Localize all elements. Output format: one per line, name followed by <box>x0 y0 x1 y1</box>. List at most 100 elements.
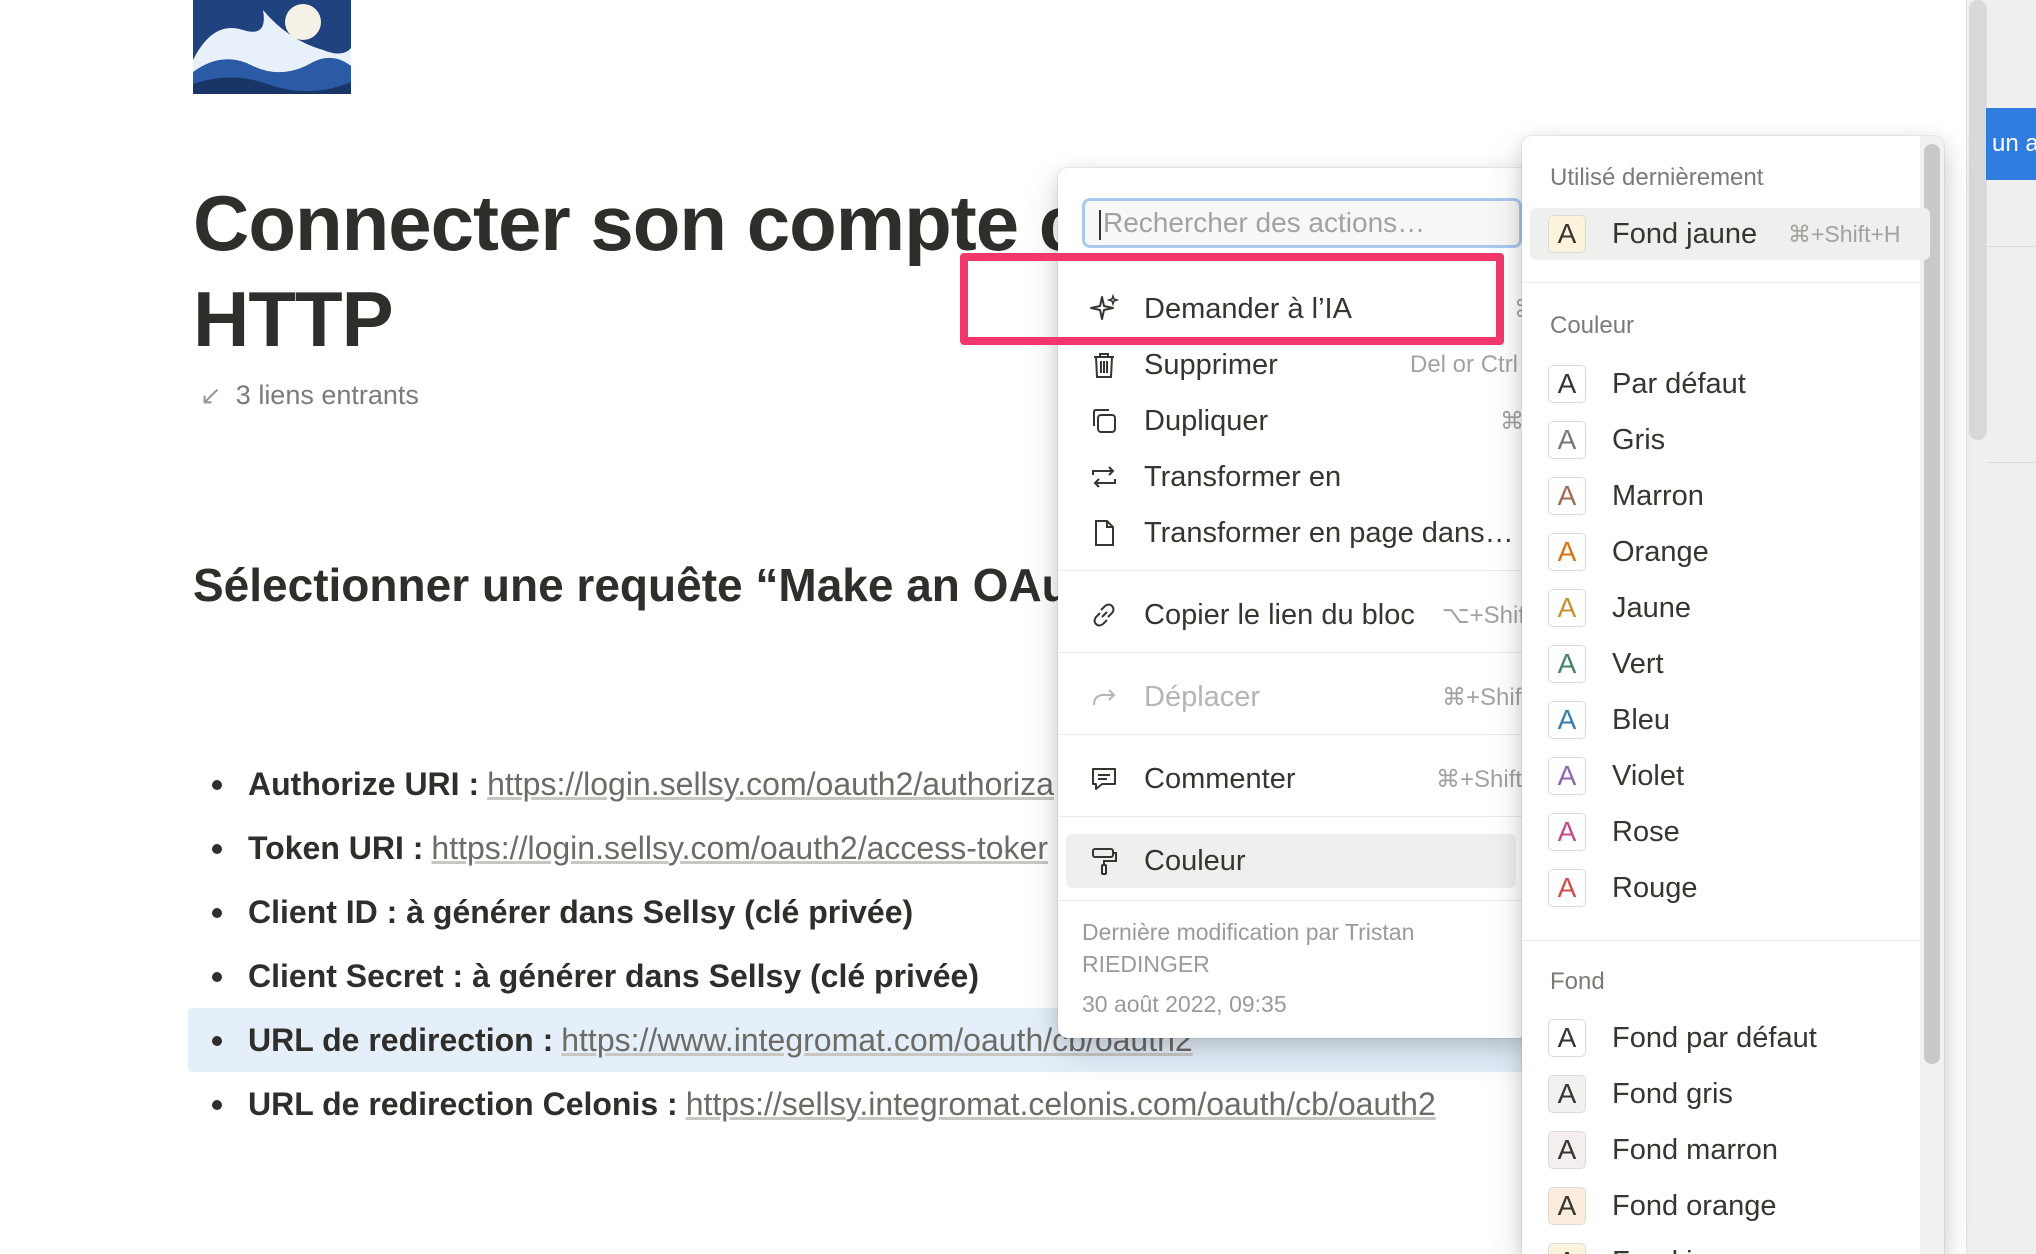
last-edited-info: Dernière modification par Tristan RIEDIN… <box>1082 916 1502 1020</box>
color-option-label: Fond jaune <box>1612 217 1758 250</box>
list-item[interactable]: URL de redirection Celonis : https://sel… <box>188 1072 1588 1136</box>
actions-search-input[interactable]: Rechercher des actions… <box>1082 198 1522 248</box>
search-placeholder: Rechercher des actions… <box>1103 207 1426 238</box>
color-option-text[interactable]: A Par défaut <box>1530 358 1930 410</box>
color-swatch: A <box>1548 1187 1586 1225</box>
section-heading[interactable]: Sélectionner une requête “Make an OAut <box>193 558 1085 612</box>
color-option-text[interactable]: A Rose <box>1530 806 1930 858</box>
color-option-label: Fond marron <box>1612 1133 1779 1166</box>
menu-item-shortcut: ⌥+Shift <box>1442 601 1528 629</box>
menu-item-duplicate[interactable]: Dupliquer ⌘ <box>1066 394 1528 448</box>
color-swatch: A <box>1548 421 1586 459</box>
color-option-text[interactable]: A Marron <box>1530 470 1930 522</box>
color-option-label: Vert <box>1612 647 1664 680</box>
bullet-dot <box>212 844 222 854</box>
color-option-label: Fond par défaut <box>1612 1021 1817 1054</box>
bullet-link[interactable]: https://login.sellsy.com/oauth2/access-t… <box>431 830 1048 867</box>
bullet-label: URL de redirection : <box>248 1021 554 1058</box>
color-option-background[interactable]: A Fond gris <box>1530 1068 1930 1120</box>
menu-item-label: Transformer en page dans… <box>1144 516 1514 549</box>
color-option-label: Rose <box>1612 815 1680 848</box>
move-arrow-icon <box>1084 677 1124 717</box>
color-option-recent[interactable]: A Fond jaune ⌘+Shift+H <box>1530 208 1930 260</box>
bullet-dot <box>212 972 222 982</box>
menu-item-comment[interactable]: Commenter ⌘+Shift <box>1066 752 1528 806</box>
menu-divider <box>1058 652 1528 653</box>
menu-item-delete[interactable]: Supprimer Del or Ctrl <box>1066 338 1528 392</box>
section-title-color: Couleur <box>1550 312 1635 339</box>
color-option-background[interactable]: A Fond marron <box>1530 1124 1930 1176</box>
page-icon <box>1084 513 1124 553</box>
color-option-label: Violet <box>1612 759 1685 792</box>
menu-divider <box>1058 570 1528 571</box>
trash-icon <box>1084 345 1124 385</box>
menu-item-shortcut: ⌘ <box>1500 407 1524 435</box>
color-option-background[interactable]: A Fond par défaut <box>1530 1012 1930 1064</box>
color-option-text[interactable]: A Orange <box>1530 526 1930 578</box>
color-option-background[interactable]: A Fond ja <box>1530 1236 1930 1254</box>
bullet-link[interactable]: https://login.sellsy.com/oauth2/authoriz… <box>487 766 1054 803</box>
bullet-link[interactable]: https://sellsy.integromat.celonis.com/oa… <box>686 1086 1436 1123</box>
color-option-text[interactable]: A Vert <box>1530 638 1930 690</box>
color-option-text[interactable]: A Rouge <box>1530 862 1930 914</box>
divider <box>1986 462 2036 463</box>
menu-divider <box>1058 900 1528 901</box>
page-icon-image[interactable] <box>193 0 351 94</box>
scrollbar-thumb[interactable] <box>1969 0 1987 440</box>
color-swatch: A <box>1548 757 1586 795</box>
color-option-label: Orange <box>1612 535 1709 568</box>
menu-item-color[interactable]: Couleur <box>1066 834 1516 888</box>
menu-item-label: Commenter <box>1144 762 1296 795</box>
menu-item-turn-into[interactable]: Transformer en <box>1066 450 1528 504</box>
color-option-label: Fond orange <box>1612 1189 1777 1222</box>
color-option-label: Bleu <box>1612 703 1671 736</box>
last-edited-date: 30 août 2022, 09:35 <box>1082 991 1287 1017</box>
color-submenu: Utilisé dernièrement A Fond jaune ⌘+Shif… <box>1522 136 1944 1254</box>
color-swatch: A <box>1548 1131 1586 1169</box>
side-panel-edge <box>1966 0 2036 1254</box>
color-option-background[interactable]: A Fond orange <box>1530 1180 1930 1232</box>
backlinks-button[interactable]: ↙ 3 liens entrants <box>200 380 419 411</box>
color-swatch: A <box>1548 701 1586 739</box>
color-option-label: Gris <box>1612 423 1666 456</box>
bullet-label: Client Secret : à générer dans Sellsy (c… <box>248 957 979 994</box>
share-button[interactable]: un a <box>1986 108 2036 180</box>
bullet-dot <box>212 908 222 918</box>
menu-divider <box>1522 282 1922 283</box>
menu-item-shortcut: ⌘+Shift <box>1436 765 1523 793</box>
color-swatch: A <box>1548 1019 1586 1057</box>
bullet-label: Token URI : <box>248 829 424 866</box>
color-option-text[interactable]: A Gris <box>1530 414 1930 466</box>
color-swatch: A <box>1548 869 1586 907</box>
highlight-annotation <box>960 253 1504 345</box>
menu-divider <box>1058 734 1528 735</box>
menu-item-turn-into-page[interactable]: Transformer en page dans… <box>1066 506 1528 560</box>
menu-divider <box>1058 816 1528 817</box>
menu-item-label: Transformer en <box>1144 460 1342 493</box>
bullet-dot <box>212 1100 222 1110</box>
menu-item-move[interactable]: Déplacer ⌘+Shift <box>1066 670 1528 724</box>
color-option-label: Par défaut <box>1612 367 1746 400</box>
menu-divider <box>1522 940 1922 941</box>
color-option-label: Marron <box>1612 479 1704 512</box>
duplicate-icon <box>1084 401 1124 441</box>
section-title-background: Fond <box>1550 968 1605 995</box>
color-option-label: Jaune <box>1612 591 1692 624</box>
color-swatch: A <box>1548 215 1586 253</box>
link-icon <box>1084 595 1124 635</box>
menu-item-copy-link[interactable]: Copier le lien du bloc ⌥+Shift <box>1066 588 1528 642</box>
color-swatch: A <box>1548 813 1586 851</box>
color-option-text[interactable]: A Bleu <box>1530 694 1930 746</box>
last-edited-by: Dernière modification par Tristan RIEDIN… <box>1082 919 1415 977</box>
color-option-label: Rouge <box>1612 871 1698 904</box>
color-option-shortcut: ⌘+Shift+H <box>1788 220 1901 247</box>
color-swatch: A <box>1548 533 1586 571</box>
menu-item-label: Dupliquer <box>1144 404 1269 437</box>
color-option-text[interactable]: A Violet <box>1530 750 1930 802</box>
color-option-text[interactable]: A Jaune <box>1530 582 1930 634</box>
paint-roller-icon <box>1084 841 1124 881</box>
menu-item-shortcut: Del or Ctrl <box>1410 351 1519 378</box>
color-swatch: A <box>1548 1243 1586 1254</box>
color-swatch: A <box>1548 589 1586 627</box>
color-swatch: A <box>1548 645 1586 683</box>
